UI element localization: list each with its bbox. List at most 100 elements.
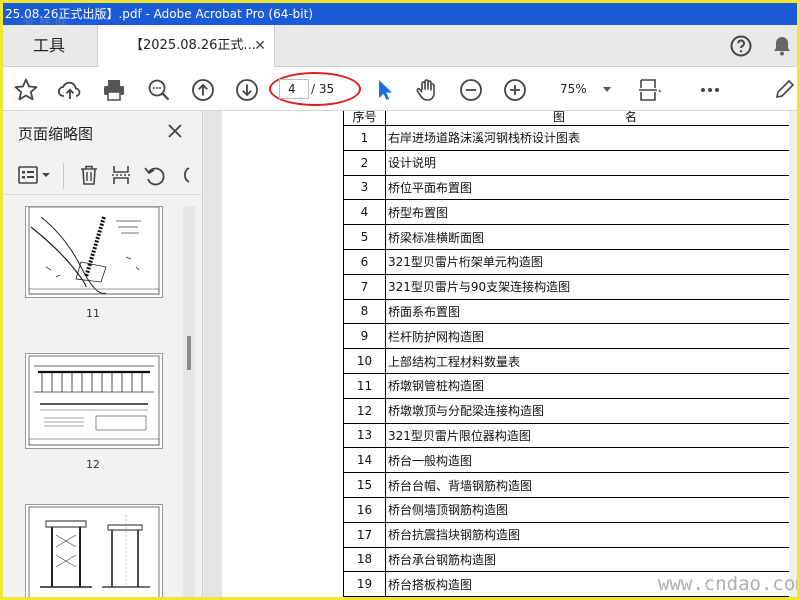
comment-pen-icon[interactable] [769, 77, 795, 103]
table-row: 7 321型贝雷片与90支架连接构造图 [343, 273, 797, 300]
thumbnail-page-number: 12 [86, 458, 100, 471]
table-row: 17 桥台抗震挡块钢筋构造图 [343, 521, 797, 548]
print-icon[interactable] [101, 77, 127, 103]
more-options-icon[interactable] [697, 77, 723, 103]
row-number: 14 [343, 447, 386, 474]
row-number: 18 [343, 546, 386, 573]
select-cursor-icon[interactable] [371, 77, 397, 103]
tab-close-icon[interactable]: ✕ [254, 25, 266, 67]
row-number: 5 [343, 224, 386, 250]
row-number: 16 [343, 496, 386, 523]
tab-tools[interactable]: 工具 [3, 25, 97, 67]
window-title: 25.08.26正式出版】.pdf - Adobe Acrobat Pro (6… [3, 3, 797, 25]
notification-bell-icon[interactable] [770, 34, 794, 58]
table-row: 16 桥台侧墙顶钢筋构造图 [343, 496, 797, 523]
drawing-name: 桥型布置图 [385, 199, 797, 226]
drawing-name: 桥台侧墙顶钢筋构造图 [385, 496, 797, 523]
row-number: 13 [343, 422, 386, 449]
main-toolbar: 4 / 35 75% [3, 67, 797, 111]
zoom-out-icon[interactable] [458, 77, 484, 103]
drawing-name: 设计说明 [385, 149, 797, 176]
thumbnail-scrollbar[interactable] [183, 206, 195, 597]
row-number: 9 [343, 323, 386, 350]
table-row: 4 桥型布置图 [343, 199, 797, 226]
close-icon[interactable] [167, 123, 183, 139]
table-row: 11 桥墩钢管桩构造图 [343, 372, 797, 399]
drawing-name: 桥台一般构造图 [385, 447, 797, 474]
drawing-name: 桥梁标准横断面图 [385, 224, 797, 250]
pdf-page: 序号 图 名 1 右岸进场道路沫溪河钢栈桥设计图表 2 设计说明 3 桥位平面布置图 4 桥型… [222, 111, 797, 597]
right-pane-edge [789, 111, 797, 597]
row-number: 12 [343, 397, 386, 424]
cloud-upload-icon[interactable] [57, 77, 83, 103]
page-thumbnails-panel: 页面缩略图 11 12 [3, 111, 203, 597]
tab-document[interactable]: 【2025.08.26正式... ✕ [97, 25, 275, 68]
panel-title: 页面缩略图 [18, 125, 94, 143]
page-thumbnail[interactable] [25, 206, 163, 298]
row-number: 11 [343, 372, 386, 399]
drawing-name: 桥墩墩顶与分配梁连接构造图 [385, 397, 797, 424]
table-row: 12 桥墩墩顶与分配梁连接构造图 [343, 397, 797, 424]
bookmark-star-icon[interactable] [13, 77, 39, 103]
thumbnail-options-icon[interactable] [17, 163, 53, 187]
table-row: 13 321型贝雷片限位器构造图 [343, 422, 797, 449]
thumbnail-drawing [28, 506, 160, 597]
hand-tool-icon[interactable] [414, 77, 440, 103]
table-row: 8 桥面系布置图 [343, 298, 797, 325]
table-row: 1 右岸进场道路沫溪河钢栈桥设计图表 [343, 125, 797, 151]
row-number: 7 [343, 273, 386, 300]
row-number: 17 [343, 521, 386, 548]
table-row: 9 栏杆防护网构造图 [343, 323, 797, 350]
page-number-input[interactable]: 4 [279, 79, 309, 99]
row-number: 2 [343, 149, 386, 176]
panel-toolbar [3, 155, 203, 195]
tab-bar: 工具 【2025.08.26正式... ✕ [3, 25, 797, 68]
document-viewport[interactable]: 序号 图 名 1 右岸进场道路沫溪河钢栈桥设计图表 2 设计说明 3 桥位平面布置图 4 桥型… [204, 111, 797, 597]
previous-page-icon[interactable] [190, 77, 216, 103]
site-watermark: www.cndao.com [658, 573, 800, 595]
drawing-name: 栏杆防护网构造图 [385, 323, 797, 350]
row-number: 1 [343, 125, 386, 151]
drawing-name: 321型贝雷片与90支架连接构造图 [385, 273, 797, 300]
page-total-label: / 35 [311, 82, 335, 96]
table-row: 6 321型贝雷片桁架单元构造图 [343, 248, 797, 275]
table-row: 18 桥台承台钢筋构造图 [343, 546, 797, 573]
thumbnail-drawing [28, 355, 160, 446]
chevron-down-icon[interactable] [603, 87, 611, 92]
table-header-row: 序号 图 名 [343, 111, 797, 126]
help-icon[interactable] [729, 34, 753, 58]
drawing-name: 321型贝雷片桁架单元构造图 [385, 248, 797, 275]
table-row: 15 桥台台帽、背墙钢筋构造图 [343, 472, 797, 498]
zoom-in-icon[interactable] [502, 77, 528, 103]
table-row: 2 设计说明 [343, 149, 797, 176]
drawing-name: 桥台承台钢筋构造图 [385, 546, 797, 573]
drawing-name: 桥位平面布置图 [385, 174, 797, 201]
thumbnail-list[interactable]: 11 12 [3, 206, 183, 597]
header-no: 序号 [343, 111, 386, 126]
table-row: 14 桥台一般构造图 [343, 447, 797, 474]
thumbnail-page-number: 11 [86, 307, 100, 320]
row-number: 8 [343, 298, 386, 325]
row-number: 4 [343, 199, 386, 226]
page-thumbnail[interactable] [25, 504, 163, 597]
row-number: 10 [343, 348, 386, 374]
rotate-left-icon[interactable] [143, 163, 167, 187]
row-number: 3 [343, 174, 386, 201]
thumbnail-drawing [28, 206, 160, 295]
header-name: 图 名 [385, 111, 797, 126]
drawing-index-table: 序号 图 名 1 右岸进场道路沫溪河钢栈桥设计图表 2 设计说明 3 桥位平面布置图 4 桥型… [343, 111, 797, 597]
page-thumbnail[interactable] [25, 353, 163, 449]
table-row: 10 上部结构工程材料数量表 [343, 348, 797, 374]
rotate-right-icon[interactable] [177, 163, 191, 187]
next-page-icon[interactable] [234, 77, 260, 103]
drawing-name: 321型贝雷片限位器构造图 [385, 422, 797, 449]
app-window: 25.08.26正式出版】.pdf - Adobe Acrobat Pro (6… [0, 0, 800, 600]
table-row: 5 桥梁标准横断面图 [343, 224, 797, 250]
search-zoom-icon[interactable] [146, 77, 172, 103]
extract-pages-icon[interactable] [109, 163, 133, 187]
page-display-icon[interactable] [637, 77, 663, 103]
drawing-name: 桥面系布置图 [385, 298, 797, 325]
drawing-name: 上部结构工程材料数量表 [385, 348, 797, 374]
delete-trash-icon[interactable] [77, 163, 101, 187]
scrollbar-thumb[interactable] [187, 336, 191, 370]
